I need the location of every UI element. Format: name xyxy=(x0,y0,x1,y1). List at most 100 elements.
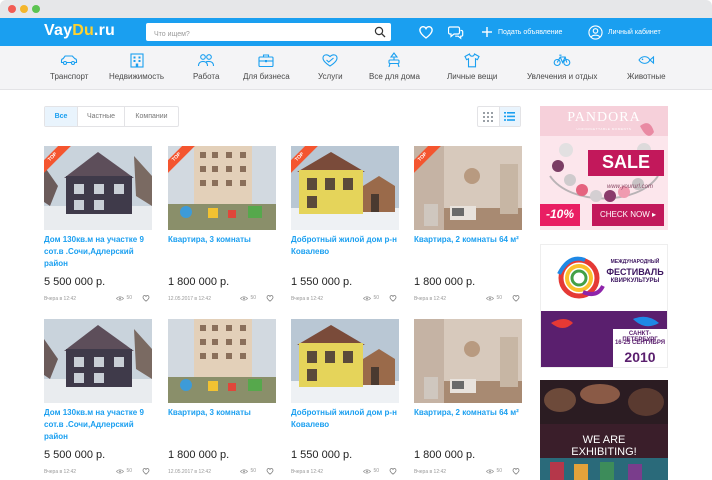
user-circle-icon xyxy=(588,24,603,40)
listing-card[interactable]: Квартира, 3 комнаты 1 800 000 р. 12.05.201… xyxy=(168,319,276,475)
listing-price: 1 550 000 р. xyxy=(291,276,353,288)
listing-date: 12.05.2017 в 12:42 xyxy=(168,296,211,302)
listing-card[interactable]: TOP Дом 130кв.м на участке 9 сот.в .Сочи,… xyxy=(44,146,152,302)
category-animals[interactable]: Животные xyxy=(627,52,666,81)
listing-photo[interactable] xyxy=(44,319,152,403)
category-services[interactable]: Услуги xyxy=(318,52,343,81)
listing-photo[interactable] xyxy=(168,319,276,403)
car-icon xyxy=(61,55,78,66)
favorite-heart-icon[interactable] xyxy=(389,467,397,475)
listing-card[interactable]: TOP Добротный жилой дом р-н Ковалево 1 550… xyxy=(291,146,399,302)
grid-view-button[interactable] xyxy=(478,107,499,126)
category-home[interactable]: Все для дома xyxy=(369,52,420,81)
listing-title[interactable]: Дом 130кв.м на участке 9 сот.в .Сочи,Адл… xyxy=(44,234,152,270)
category-transport[interactable]: Транспорт xyxy=(50,52,88,81)
category-business[interactable]: Для бизнеса xyxy=(243,52,290,81)
logo-part-du: Du xyxy=(72,22,94,39)
views-eye-icon xyxy=(363,468,372,474)
festival-banner-ad[interactable]: МЕЖДУНАРОДНЫЙ ФЕСТИВАЛЬ КВИРКУЛЬТУРЫ САН… xyxy=(540,244,668,368)
listing-title[interactable]: Квартира, 3 комнаты xyxy=(168,407,276,443)
listing-views: 50 xyxy=(116,468,132,474)
category-jobs[interactable]: Работа xyxy=(193,52,219,81)
account-link[interactable]: Личный кабинет xyxy=(588,24,661,40)
views-eye-icon xyxy=(116,468,125,474)
favorite-button[interactable] xyxy=(266,467,274,477)
category-personal[interactable]: Личные вещи xyxy=(447,52,497,81)
tab-companies[interactable]: Компании xyxy=(125,107,178,126)
favorite-heart-icon[interactable] xyxy=(142,294,150,302)
favorite-heart-icon[interactable] xyxy=(266,467,274,475)
favorite-button[interactable] xyxy=(142,467,150,477)
logo-part-ru: .ru xyxy=(93,22,115,39)
views-eye-icon xyxy=(363,295,372,301)
post-ad-link[interactable]: Подать объявление xyxy=(481,24,562,40)
pandora-banner-ad[interactable]: PANDORA UNFORGETTABLE MOMENTS SALE www.y… xyxy=(540,106,668,230)
category-hobby[interactable]: Увлечения и отдых xyxy=(527,52,597,81)
listing-price: 1 800 000 р. xyxy=(414,449,476,461)
favorite-heart-icon[interactable] xyxy=(266,294,274,302)
favorite-button[interactable] xyxy=(142,294,150,304)
close-window-dot[interactable] xyxy=(8,5,16,13)
listing-card[interactable]: Дом 130кв.м на участке 9 сот.в .Сочи,Адл… xyxy=(44,319,152,475)
listing-card[interactable]: TOP Квартира, 3 комнаты 1 800 000 р. 12.05.… xyxy=(168,146,276,302)
messages-icon[interactable] xyxy=(448,24,464,40)
listing-photo[interactable]: TOP xyxy=(44,146,152,230)
favorite-heart-icon[interactable] xyxy=(512,294,520,302)
favorite-button[interactable] xyxy=(389,294,397,304)
listing-price: 5 500 000 р. xyxy=(44,449,106,461)
site-logo[interactable]: VayDu.ru xyxy=(44,22,115,40)
listing-card[interactable]: Квартира, 2 комнаты 64 м² 1 800 000 р. Вче… xyxy=(414,319,522,475)
category-realty[interactable]: Недвижимость xyxy=(109,52,164,81)
listing-date: 12.05.2017 в 12:42 xyxy=(168,469,211,475)
category-label: Работа xyxy=(193,72,220,81)
listing-title[interactable]: Квартира, 3 комнаты xyxy=(168,234,276,270)
ad-pandora-url: www.yourur!.com xyxy=(606,184,653,190)
listing-meta: Вчера в 12:42 50 xyxy=(414,294,522,304)
views-eye-icon xyxy=(116,295,125,301)
listing-photo[interactable]: TOP xyxy=(168,146,276,230)
listing-views: 50 xyxy=(240,295,256,301)
search-icon[interactable] xyxy=(374,26,386,38)
views-count: 50 xyxy=(126,295,132,301)
listing-price: 1 550 000 р. xyxy=(291,449,353,461)
favorite-button[interactable] xyxy=(266,294,274,304)
favorite-heart-icon[interactable] xyxy=(512,467,520,475)
listing-title[interactable]: Добротный жилой дом р-н Ковалево xyxy=(291,234,399,270)
listing-price: 1 800 000 р. xyxy=(168,276,230,288)
listing-title[interactable]: Дом 130кв.м на участке 9 сот.в .Сочи,Адл… xyxy=(44,407,152,443)
favorites-heart-icon[interactable] xyxy=(418,24,434,40)
lamp-chair-icon xyxy=(388,52,401,68)
exhibit-banner-ad[interactable]: WE ARE EXHIBITING! xyxy=(540,380,668,480)
listing-views: 50 xyxy=(486,295,502,301)
ad-pandora-cta[interactable]: CHECK NOW ▸ xyxy=(592,210,664,219)
search-box xyxy=(146,23,391,44)
listing-card[interactable]: TOP Квартира, 2 комнаты 64 м² 1 800 000 р.… xyxy=(414,146,522,302)
search-input[interactable] xyxy=(146,25,366,44)
favorite-heart-icon[interactable] xyxy=(389,294,397,302)
listing-photo[interactable] xyxy=(291,319,399,403)
view-toggle xyxy=(477,106,521,127)
listing-meta: Вчера в 12:42 50 xyxy=(291,467,399,477)
maximize-window-dot[interactable] xyxy=(32,5,40,13)
favorite-button[interactable] xyxy=(389,467,397,477)
favorite-heart-icon[interactable] xyxy=(142,467,150,475)
post-ad-label: Подать объявление xyxy=(498,28,563,36)
listing-title[interactable]: Квартира, 2 комнаты 64 м² xyxy=(414,234,522,270)
listing-photo[interactable] xyxy=(414,319,522,403)
list-view-button[interactable] xyxy=(498,107,520,126)
tab-private[interactable]: Частные xyxy=(78,107,125,126)
listing-views: 50 xyxy=(116,295,132,301)
tab-all[interactable]: Все xyxy=(45,107,78,126)
listing-photo[interactable]: TOP xyxy=(291,146,399,230)
favorite-button[interactable] xyxy=(512,294,520,304)
minimize-window-dot[interactable] xyxy=(20,5,28,13)
listing-card[interactable]: Добротный жилой дом р-н Ковалево 1 550 00… xyxy=(291,319,399,475)
listing-title[interactable]: Квартира, 2 комнаты 64 м² xyxy=(414,407,522,443)
listing-title[interactable]: Добротный жилой дом р-н Ковалево xyxy=(291,407,399,443)
listing-views: 50 xyxy=(240,468,256,474)
views-count: 50 xyxy=(496,468,502,474)
favorite-button[interactable] xyxy=(512,467,520,477)
ad-festival-line1: МЕЖДУНАРОДНЫЙ xyxy=(610,259,660,265)
listing-photo[interactable]: TOP xyxy=(414,146,522,230)
ad-exhibit-line2: EXHIBITING! xyxy=(571,446,637,458)
